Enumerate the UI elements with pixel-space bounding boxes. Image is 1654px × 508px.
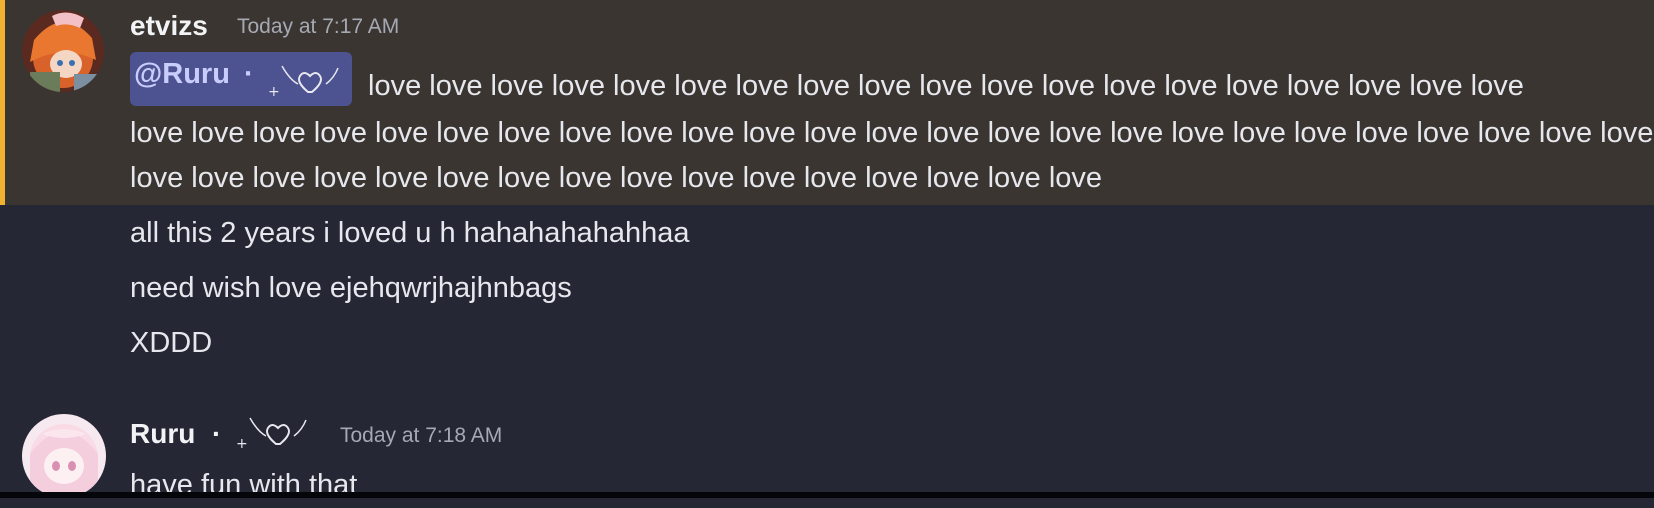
message-text: XDDD	[130, 327, 213, 359]
orange-haired-anime-avatar-icon	[22, 10, 104, 92]
message-author[interactable]: Ruru	[130, 418, 195, 450]
mention-label: @Ruru	[134, 58, 230, 90]
user-avatar-ruru[interactable]	[22, 414, 106, 498]
svg-text:+: +	[236, 436, 248, 452]
message-text-line: love love love love love love love love …	[130, 162, 1103, 194]
message-text: have fun with that	[130, 469, 358, 501]
winged-heart-sparkle-icon: +	[236, 417, 307, 452]
message-text: all this 2 years i loved u h hahahahahah…	[130, 217, 690, 249]
user-avatar-etvizs[interactable]	[22, 10, 104, 92]
bottom-edge	[0, 492, 1654, 498]
winged-heart-sparkle-icon: +	[268, 65, 339, 100]
message-text-line: love love love love love love love love …	[130, 117, 1654, 149]
author-suffix: ·	[212, 418, 222, 449]
message-timestamp[interactable]: Today at 7:17 AM	[237, 15, 399, 39]
message-text: need wish love ejehqwrjhajhnbags	[130, 272, 572, 304]
chat-messages: etvizs Today at 7:17 AM @Ruru · + love l…	[0, 0, 1654, 501]
pink-haired-anime-avatar-icon	[22, 414, 106, 498]
message-author[interactable]: etvizs	[130, 10, 208, 42]
message-timestamp[interactable]: Today at 7:18 AM	[340, 424, 502, 448]
mention-suffix: ·	[244, 58, 254, 90]
message-text-line: love love love love love love love love …	[368, 70, 1524, 102]
svg-text:+: +	[268, 84, 280, 100]
